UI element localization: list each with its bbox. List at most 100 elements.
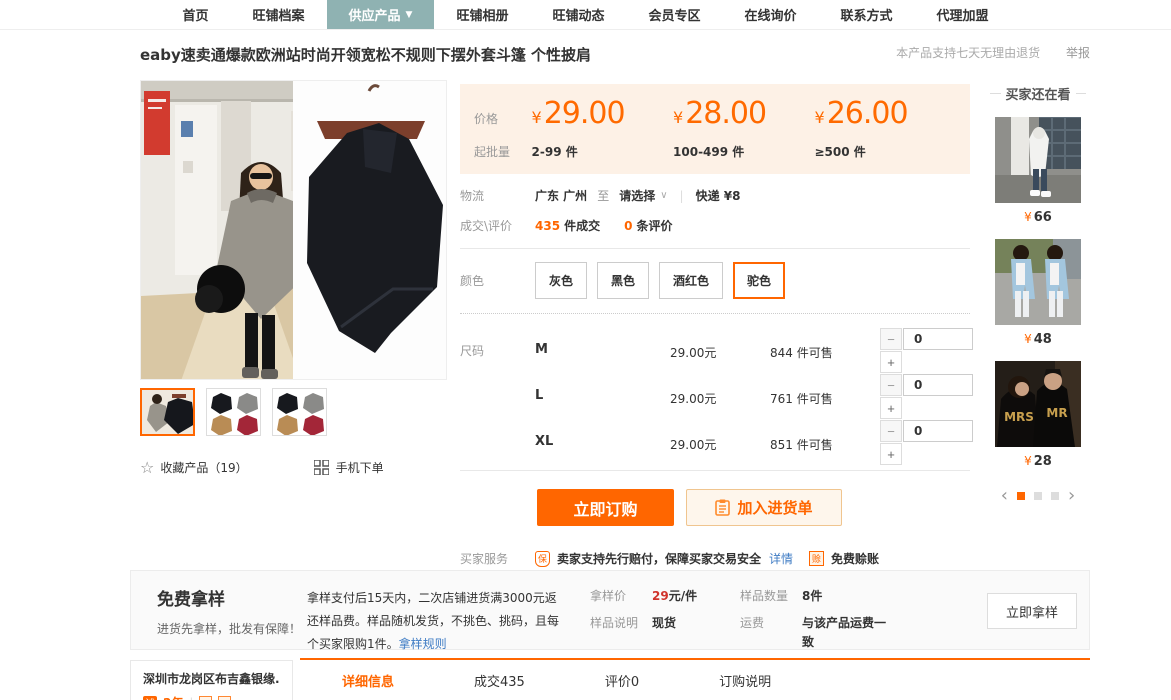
review-suffix: 条评价	[636, 217, 672, 234]
pager-dot-1[interactable]	[1017, 492, 1025, 500]
size-name: L	[535, 374, 670, 403]
color-option-black[interactable]: 黑色	[597, 262, 649, 299]
seller-card[interactable]: 深圳市龙岗区布吉鑫银缘... 诚 2年 |	[130, 660, 293, 700]
destination-select[interactable]: 请选择	[619, 187, 655, 204]
tab-order-notes[interactable]: 订购说明	[719, 671, 771, 690]
get-sample-button[interactable]: 立即拿样	[987, 593, 1077, 629]
nav-agent[interactable]: 代理加盟	[915, 0, 1011, 29]
return-policy-text: 本产品支持七天无理由退货	[896, 46, 1040, 60]
thumbnail-1-image	[142, 390, 195, 436]
thumbnail-3[interactable]	[272, 388, 327, 436]
size-name: XL	[535, 420, 670, 449]
price-label: 价格	[474, 110, 532, 127]
thumbnail-2[interactable]	[206, 388, 261, 436]
recommend-product-2-image	[995, 239, 1081, 325]
deals-count[interactable]: 435	[535, 219, 560, 233]
color-option-camel[interactable]: 驼色	[733, 262, 785, 299]
color-option-winered[interactable]: 酒红色	[659, 262, 723, 299]
product-detail: 价格 ¥29.00 ¥28.00 ¥26.00 起批量 2-99 件 100-4…	[460, 84, 970, 595]
guarantee-shield-icon: 保	[535, 551, 550, 567]
nav-shop-profile[interactable]: 旺铺档案	[230, 0, 326, 29]
size-stock: 761 件可售	[770, 374, 880, 407]
buyer-services-row: 买家服务 保 卖家支持先行赔付，保障买家交易安全 详情 赊 免费赊账	[460, 550, 970, 567]
seller-name[interactable]: 深圳市龙岗区布吉鑫银缘...	[143, 670, 280, 687]
nav-inquiry[interactable]: 在线询价	[722, 0, 818, 29]
nav-member-zone[interactable]: 会员专区	[626, 0, 722, 29]
add-to-cart-button[interactable]: 加入进货单	[686, 489, 842, 526]
sample-price-value: 29	[652, 589, 669, 603]
integrity-badge-icon: 诚	[143, 696, 157, 700]
color-row: 颜色 灰色 黑色 酒红色 驼色	[460, 262, 970, 299]
recommend-product-1-price: 66	[1034, 210, 1052, 225]
tab-reviews[interactable]: 评价0	[605, 671, 639, 690]
recommend-product-1[interactable]: ¥66	[985, 117, 1091, 225]
nav-shop-album[interactable]: 旺铺相册	[434, 0, 530, 29]
qty-input-l[interactable]	[903, 374, 973, 396]
size-label: 尺码	[460, 328, 535, 466]
gallery-actions: ☆ 收藏产品（19） 手机下单	[140, 458, 447, 477]
caret-down-icon: ▼	[406, 10, 413, 20]
pager-dot-3[interactable]	[1051, 492, 1059, 500]
mobile-order-label: 手机下单	[336, 459, 384, 476]
report-link[interactable]: 举报	[1066, 46, 1090, 60]
sample-title: 免费拿样	[157, 585, 307, 610]
size-name: M	[535, 328, 670, 357]
plus-button[interactable]: +	[880, 443, 902, 465]
size-row-m: M 29.00元 844 件可售 − +	[535, 328, 975, 374]
star-icon: ☆	[140, 458, 154, 477]
nav-home[interactable]: 首页	[160, 0, 230, 29]
minus-button[interactable]: −	[880, 420, 902, 442]
minus-button[interactable]: −	[880, 374, 902, 396]
qty-input-xl[interactable]	[903, 420, 973, 442]
nav-contact[interactable]: 联系方式	[819, 0, 915, 29]
sample-qty-label: 样品数量	[740, 587, 802, 606]
qty-stepper-xl: − +	[880, 420, 975, 466]
sample-qty-value: 8件	[802, 587, 822, 606]
tab-deals[interactable]: 成交435	[474, 671, 525, 690]
services-label: 买家服务	[460, 550, 535, 567]
clipboard-icon	[715, 499, 730, 516]
nav-shop-news[interactable]: 旺铺动态	[530, 0, 626, 29]
guarantee-detail-link[interactable]: 详情	[769, 550, 793, 567]
chevron-down-icon[interactable]: ∨	[660, 190, 667, 201]
order-now-button[interactable]: 立即订购	[537, 489, 674, 526]
yen-symbol: ¥	[1024, 210, 1032, 224]
minus-button[interactable]: −	[880, 328, 902, 350]
divider	[460, 248, 970, 249]
shop-icon[interactable]	[218, 696, 231, 700]
qty-stepper-l: − +	[880, 374, 975, 420]
price-box: 价格 ¥29.00 ¥28.00 ¥26.00 起批量 2-99 件 100-4…	[460, 84, 970, 174]
nav-products[interactable]: 供应产品 ▼	[327, 0, 435, 29]
pager-next-icon[interactable]: ›	[1068, 487, 1075, 505]
product-title: eaby速卖通爆款欧洲站时尚开领宽松不规则下摆外套斗篷 个性披肩	[140, 44, 591, 65]
sample-rule-link[interactable]: 拿样规则	[399, 637, 447, 651]
stats-label: 成交\评价	[460, 217, 535, 234]
mobile-order-button[interactable]: 手机下单	[314, 459, 384, 476]
price-tier-3: ¥26.00	[815, 96, 956, 131]
tab-detail-info[interactable]: 详细信息	[342, 671, 394, 690]
thumbnail-1[interactable]	[140, 388, 195, 436]
tier-1-price: 29.00	[544, 96, 625, 131]
favorite-button[interactable]: 收藏产品（19）	[160, 459, 247, 476]
thumbnail-strip	[140, 388, 447, 436]
recommend-pager: ‹ ›	[985, 487, 1091, 505]
tier-3-price: 26.00	[827, 96, 908, 131]
wangwang-icon[interactable]	[199, 696, 212, 700]
thumbnail-2-image	[207, 389, 261, 436]
plus-button[interactable]: +	[880, 351, 902, 373]
qty-input-m[interactable]	[903, 328, 973, 350]
recommend-product-3[interactable]: MRS MR ¥28	[985, 361, 1091, 469]
title-row: eaby速卖通爆款欧洲站时尚开领宽松不规则下摆外套斗篷 个性披肩 本产品支持七天…	[140, 44, 1090, 65]
recommend-title: 买家还在看	[985, 84, 1091, 103]
pager-dot-2[interactable]	[1034, 492, 1042, 500]
mr-print-text: MR	[1046, 406, 1067, 420]
seller-years: 2年	[163, 694, 183, 700]
recommend-product-2[interactable]: ¥48	[985, 239, 1091, 347]
pager-prev-icon[interactable]: ‹	[1001, 487, 1008, 505]
main-product-image[interactable]	[140, 80, 447, 380]
review-count[interactable]: 0	[624, 219, 632, 233]
credit-icon: 赊	[809, 551, 824, 566]
color-option-grey[interactable]: 灰色	[535, 262, 587, 299]
plus-button[interactable]: +	[880, 397, 902, 419]
yen-symbol: ¥	[1024, 332, 1032, 346]
